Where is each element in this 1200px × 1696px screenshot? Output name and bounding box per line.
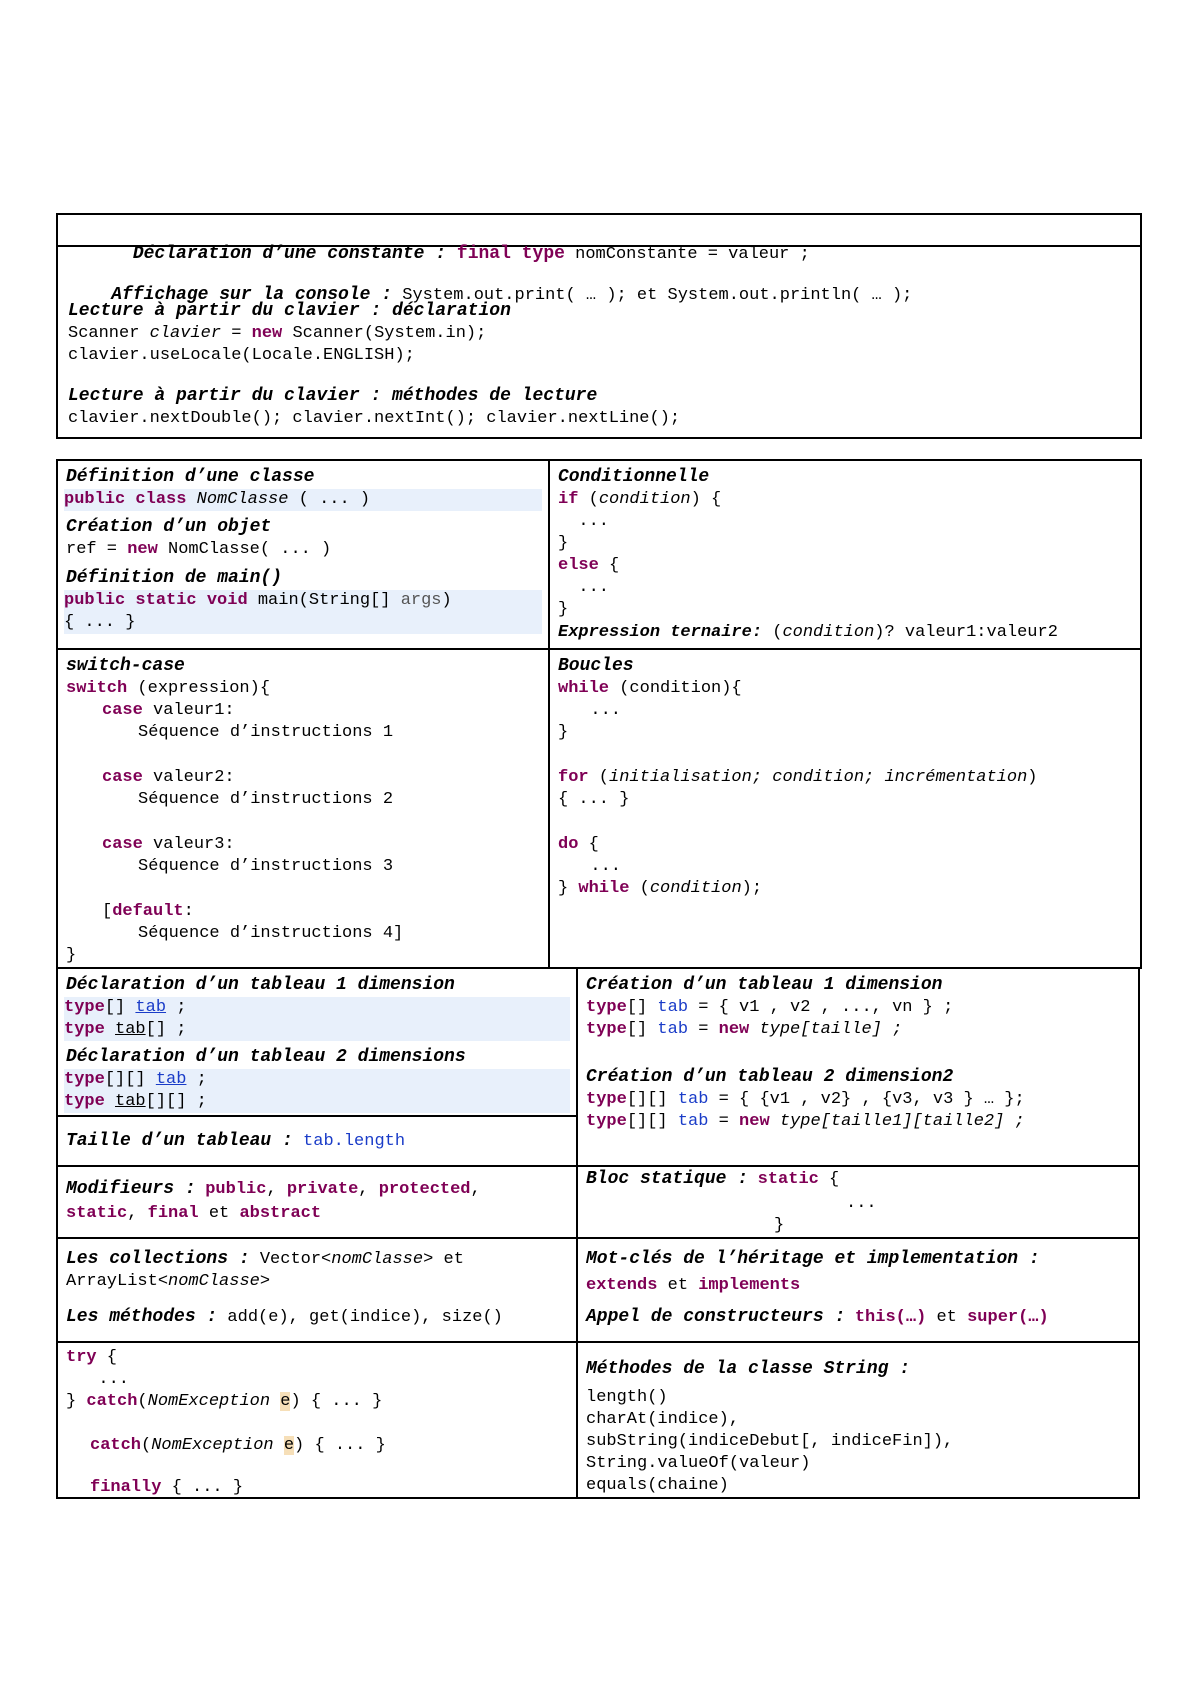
array2-create-line1: type[][] tab = { {v1 , v2} , {v3, v3 } ……	[586, 1090, 1025, 1109]
locale-line: clavier.useLocale(Locale.ENGLISH);	[68, 346, 415, 365]
collections-methods: Les méthodes : add(e), get(indice), size…	[66, 1307, 503, 1327]
array2-create-line2: type[][] tab = new type[taille1][taille2…	[586, 1112, 1025, 1131]
modifiers-line2: static, final et abstract	[66, 1204, 322, 1223]
seq2-line: Séquence d’instructions 2	[138, 790, 394, 809]
loops-title: Boucles	[558, 656, 634, 676]
object-title: Création d’un objet	[66, 517, 272, 537]
string-methods-title: Méthodes de la classe String :	[586, 1359, 911, 1379]
string-method-charat: charAt(indice),	[586, 1410, 740, 1429]
array1-decl-title: Déclaration d’un tableau 1 dimension	[66, 975, 455, 995]
modifiers-cell: Modifieurs : public, private, protected,…	[58, 1167, 576, 1237]
main-body: { ... }	[64, 612, 542, 634]
switch-close: }	[66, 946, 77, 965]
array1-create-title: Création d’un tableau 1 dimension	[586, 975, 943, 995]
while-body: ...	[570, 701, 622, 720]
loops-cell: Boucles while (condition){ ... } for (in…	[550, 650, 1142, 969]
for-body: { ... }	[558, 790, 630, 809]
keyboard-methods-title: Lecture à partir du clavier : méthodes d…	[68, 386, 598, 406]
case2-line: case valeur2:	[102, 768, 235, 787]
conditional-cell: Conditionnelle if (condition) { ... } el…	[550, 461, 1142, 648]
try-catch-cell: try { ... } catch(NomException e) { ... …	[58, 1343, 576, 1499]
syntax-grid-box: Définition d’une classe public class Nom…	[56, 459, 1142, 969]
static-block-body: ...	[846, 1194, 877, 1213]
array1-decl-line2: type tab[] ;	[64, 1019, 570, 1041]
case3-line: case valeur3:	[102, 835, 235, 854]
top-box: Déclaration d’une constante : final type…	[56, 213, 1142, 439]
if-close: }	[558, 534, 569, 553]
modifiers-line1: Modifieurs : public, private, protected,	[66, 1179, 481, 1199]
case1-line: case valeur1:	[102, 701, 235, 720]
else-line: else {	[558, 556, 620, 575]
catch2-line: catch(NomException e) { ... }	[90, 1436, 386, 1455]
array1-create-line2: type[] tab = new type[taille] ;	[586, 1020, 903, 1039]
class-def-code: public class NomClasse ( ... )	[64, 489, 542, 511]
class-cell: Définition d’une classe public class Nom…	[58, 461, 548, 648]
inheritance-keywords: extends et implements	[586, 1276, 801, 1295]
ternary-line: Expression ternaire: (condition)? valeur…	[558, 623, 1058, 642]
catch1-line: } catch(NomException e) { ... }	[66, 1392, 383, 1411]
switch-cell: switch-case switch (expression){ case va…	[58, 650, 548, 969]
constant-row: Déclaration d’une constante : final type…	[58, 215, 1140, 264]
if-line: if (condition) {	[558, 490, 722, 509]
for-line: for (initialisation; condition; incrémen…	[558, 768, 1038, 787]
do-line: do {	[558, 835, 599, 854]
seq1-line: Séquence d’instructions 1	[138, 723, 394, 742]
collections-line1: Les collections : Vector<nomClasse> et	[66, 1249, 464, 1269]
arrays-grid-box: Déclaration d’un tableau 1 dimension typ…	[56, 967, 1140, 1499]
static-block-cell: Bloc statique : static { ... }	[586, 1169, 877, 1235]
inheritance-cell: Mot-clés de l’héritage et implementation…	[578, 1239, 1140, 1341]
while-line: while (condition){	[558, 679, 742, 698]
string-method-valueof: String.valueOf(valeur)	[586, 1454, 811, 1473]
collections-cell: Les collections : Vector<nomClasse> et A…	[58, 1239, 576, 1341]
static-block-close: }	[774, 1216, 785, 1235]
class-def-title: Définition d’une classe	[66, 467, 315, 487]
array1-decl-line1: type[] tab ;	[64, 997, 570, 1019]
main-code: public static void main(String[] args)	[64, 590, 542, 612]
seq3-line: Séquence d’instructions 3	[138, 857, 394, 876]
array2-decl-line1: type[][] tab ;	[64, 1069, 570, 1091]
inheritance-title: Mot-clés de l’héritage et implementation…	[586, 1249, 1040, 1269]
array-creation-cell: Création d’un tableau 1 dimension type[]…	[578, 969, 1140, 1165]
else-close: }	[558, 600, 569, 619]
array-length-cell: Taille d’un tableau : tab.length	[58, 1117, 576, 1165]
string-methods-cell: Méthodes de la classe String : length() …	[578, 1343, 1140, 1499]
seq4-line: Séquence d’instructions 4]	[138, 924, 404, 943]
scanner-line: Scanner clavier = new Scanner(System.in)…	[68, 324, 487, 343]
main-title: Définition de main()	[66, 568, 283, 588]
default-line: [default:	[102, 902, 194, 921]
while-close: }	[558, 723, 569, 742]
array1-create-line1: type[] tab = { v1 , v2 , ..., vn } ;	[586, 998, 954, 1017]
else-body: ...	[558, 578, 610, 597]
keyboard-methods-code: clavier.nextDouble(); clavier.nextInt();…	[68, 409, 681, 428]
finally-line: finally { ... }	[90, 1478, 244, 1497]
static-block-title: Bloc statique :	[586, 1169, 749, 1189]
do-body: ...	[570, 857, 622, 876]
object-code: ref = new NomClasse( ... )	[66, 540, 332, 559]
array2-create-title: Création d’un tableau 2 dimension2	[586, 1067, 954, 1087]
array2-decl-line2: type tab[][] ;	[64, 1091, 570, 1113]
try-body: ...	[78, 1370, 130, 1389]
do-while-line: } while (condition);	[558, 879, 763, 898]
collections-line2: ArrayList<nomClasse>	[66, 1272, 271, 1291]
conditional-title: Conditionnelle	[558, 467, 710, 487]
string-method-length: length()	[586, 1388, 668, 1407]
array2-decl-title: Déclaration d’un tableau 2 dimensions	[66, 1047, 466, 1067]
array-length-title: Taille d’un tableau :	[66, 1131, 293, 1151]
array-declaration-cell: Déclaration d’un tableau 1 dimension typ…	[58, 969, 576, 1115]
try-line: try {	[66, 1348, 118, 1367]
switch-line: switch (expression){	[66, 679, 271, 698]
string-method-equals: equals(chaine)	[586, 1476, 729, 1495]
array-length-code: tab.length	[292, 1132, 406, 1151]
constructors-line: Appel de constructeurs : this(…) et supe…	[586, 1307, 1049, 1327]
keyboard-decl-title: Lecture à partir du clavier : déclaratio…	[68, 301, 511, 321]
switch-title: switch-case	[66, 656, 185, 676]
string-method-substring: subString(indiceDebut[, indiceFin]),	[586, 1432, 954, 1451]
if-body: ...	[558, 512, 610, 531]
